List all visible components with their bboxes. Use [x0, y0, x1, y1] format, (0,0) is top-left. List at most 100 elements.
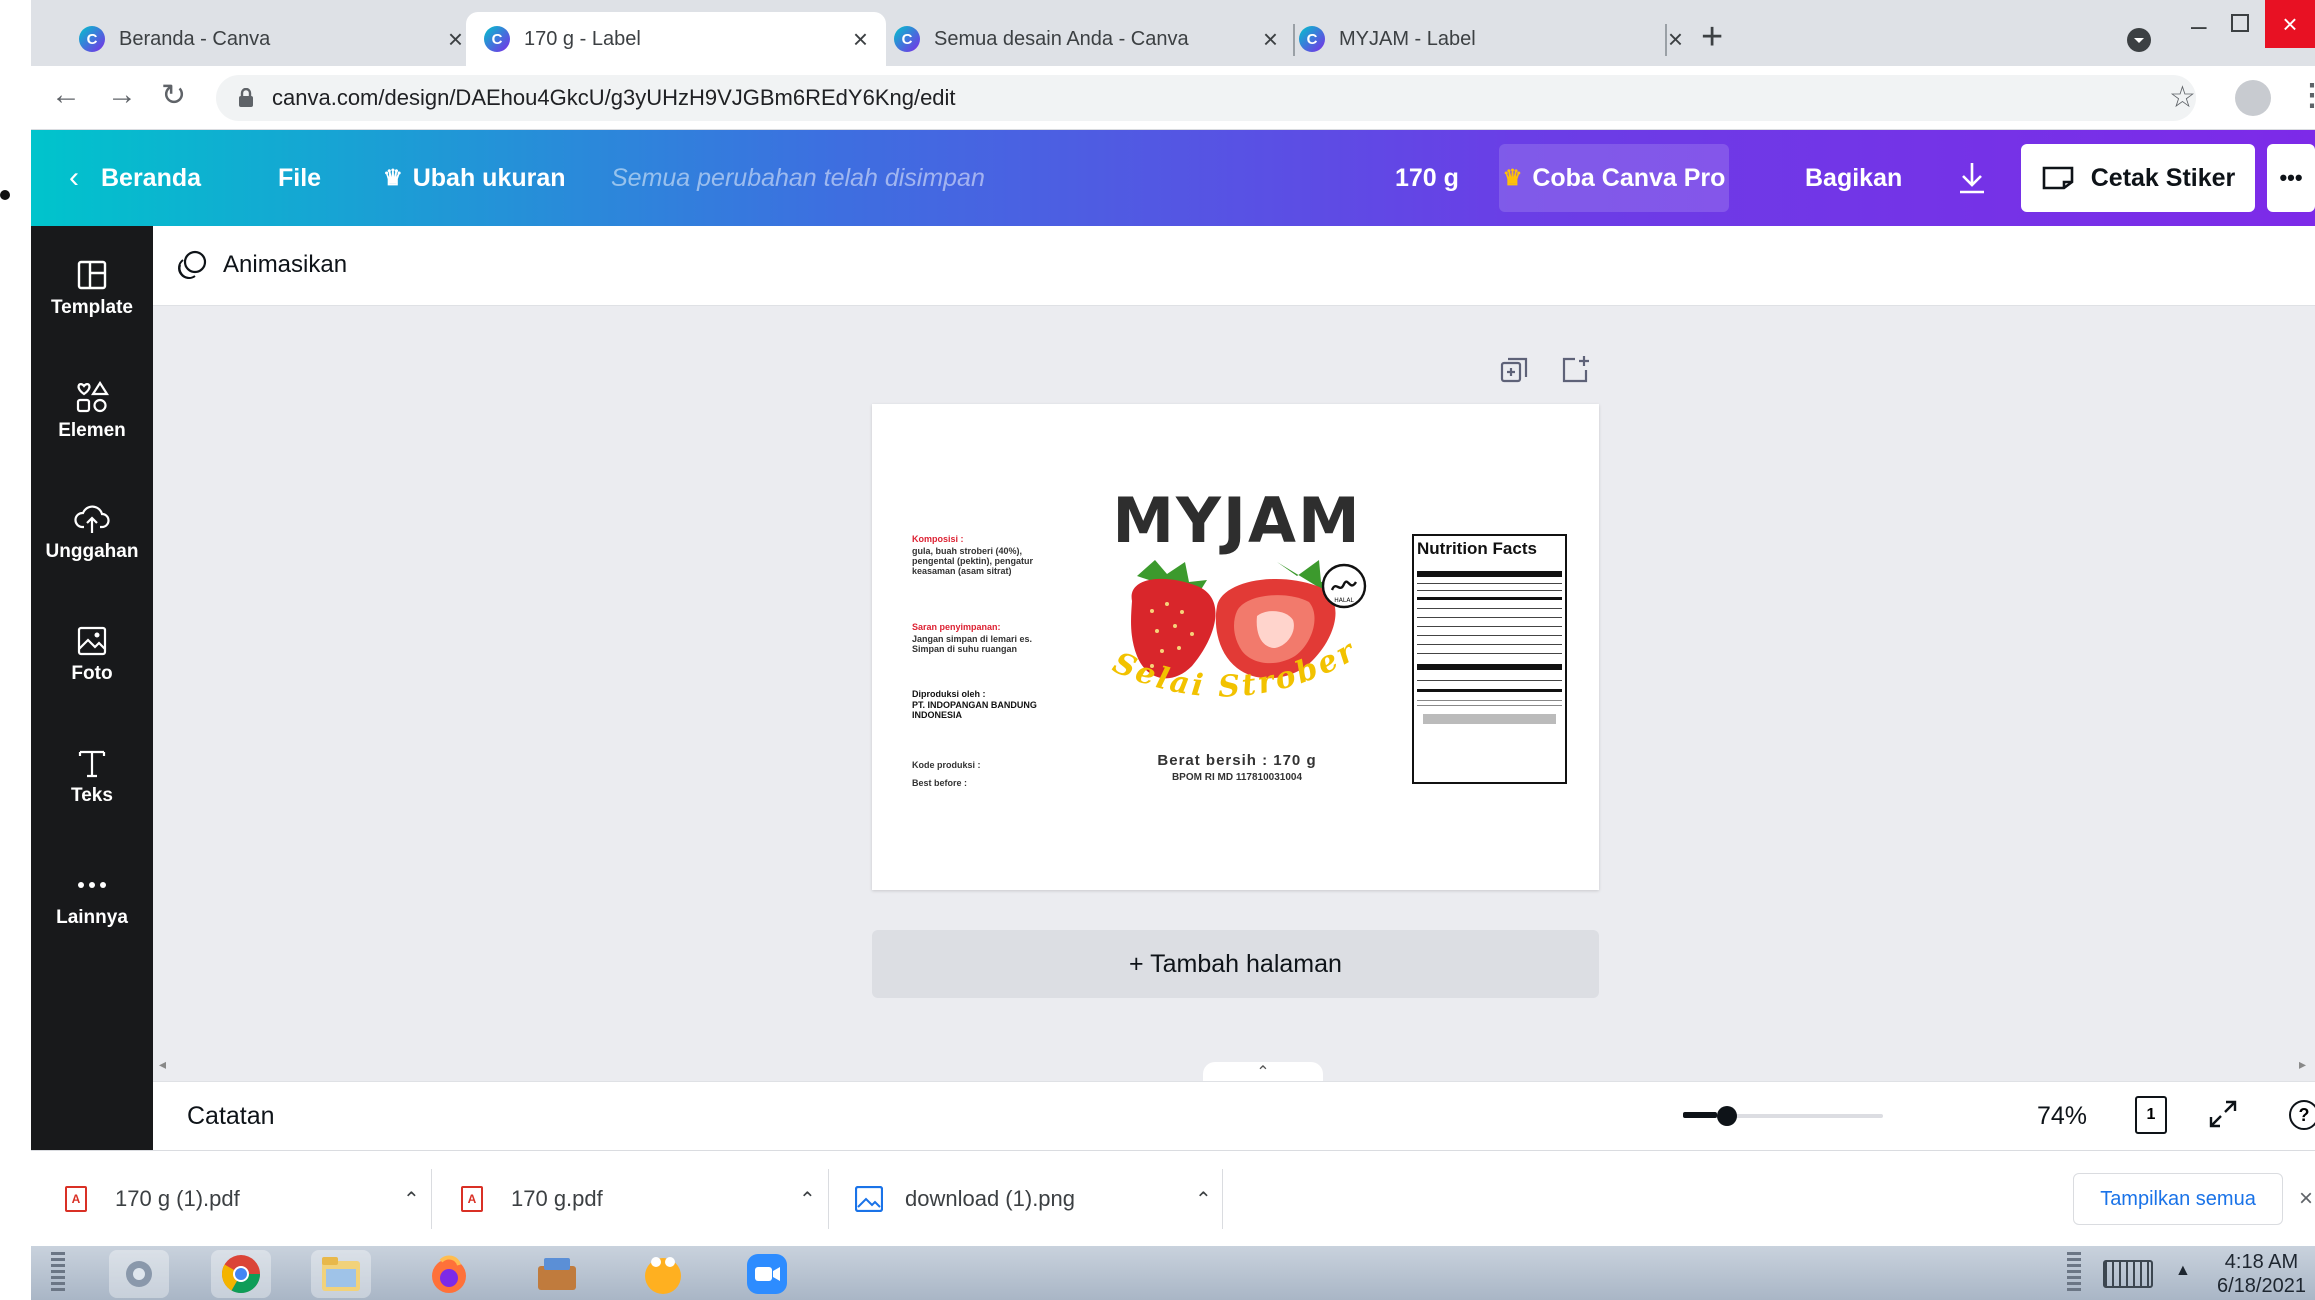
expand-notes-handle[interactable]: ⌃: [1203, 1062, 1323, 1082]
taskbar-zoom-icon[interactable]: [737, 1250, 797, 1298]
window-close-icon[interactable]: ×: [2265, 0, 2315, 48]
download-item-pdf-1[interactable]: A 170 g (1).pdf ⌃: [65, 1151, 445, 1247]
lock-icon: [239, 88, 253, 107]
producer-title: Diproduksi oleh :: [912, 689, 986, 699]
download-separator: [431, 1169, 432, 1229]
tab-title: Semua desain Anda - Canva: [934, 27, 1189, 50]
download-button[interactable]: [1957, 130, 1987, 226]
upload-cloud-icon: [74, 505, 110, 533]
help-icon[interactable]: ?: [2289, 1100, 2315, 1130]
print-sticker-label: Cetak Stiker: [2090, 163, 2236, 192]
crown-icon: ♛: [1502, 165, 1523, 190]
taskbar-messenger-icon[interactable]: [633, 1250, 693, 1298]
more-options-button[interactable]: •••: [2267, 144, 2315, 212]
tray-expand-icon[interactable]: ▲: [2175, 1262, 2191, 1280]
address-bar-row: ← → ↻ canva.com/design/DAEhou4GkcU/g3yUH…: [31, 66, 2315, 130]
scroll-left-icon[interactable]: ◂: [159, 1056, 166, 1073]
design-canvas-page[interactable]: Komposisi : gula, buah stroberi (40%), p…: [872, 404, 1599, 890]
net-weight: Berat bersih : 170 g: [1157, 752, 1317, 769]
taskbar-grip: [51, 1252, 65, 1294]
chevron-up-icon[interactable]: ⌃: [1195, 1187, 1212, 1212]
duplicate-page-icon[interactable]: [1499, 356, 1529, 391]
taskbar-app-icon[interactable]: [527, 1250, 587, 1298]
file-menu[interactable]: File: [278, 130, 321, 226]
back-arrow-icon[interactable]: ←: [51, 78, 81, 112]
close-icon[interactable]: ×: [1668, 24, 1683, 55]
storage-body: Jangan simpan di lemari es. Simpan di su…: [912, 634, 1033, 654]
resize-button[interactable]: ♛ Ubah ukuran: [383, 130, 566, 226]
taskbar-firefox-icon[interactable]: [419, 1250, 479, 1298]
close-icon[interactable]: ×: [853, 24, 868, 55]
close-icon[interactable]: ×: [1263, 24, 1278, 55]
try-pro-button[interactable]: ♛ Coba Canva Pro: [1499, 144, 1729, 212]
taskbar-settings-icon[interactable]: [109, 1250, 169, 1298]
download-icon: [1960, 163, 1984, 194]
download-item-png[interactable]: download (1).png ⌃: [855, 1151, 1235, 1247]
canva-favicon-icon: C: [79, 26, 105, 52]
close-icon[interactable]: ×: [448, 24, 463, 55]
bpom-number: BPOM RI MD 117810031004: [1171, 772, 1303, 783]
sidebar-item-unggahan[interactable]: Unggahan: [31, 478, 153, 588]
sidebar-item-lainnya[interactable]: Lainnya: [31, 844, 153, 954]
download-item-pdf-2[interactable]: A 170 g.pdf ⌃: [461, 1151, 841, 1247]
sidebar-item-foto[interactable]: Foto: [31, 600, 153, 710]
sidebar-item-template[interactable]: Template: [31, 234, 153, 344]
profile-avatar[interactable]: [2235, 80, 2271, 116]
download-file-name: 170 g (1).pdf: [115, 1186, 240, 1211]
tab-separator: [1665, 24, 1667, 56]
new-tab-icon[interactable]: +: [1701, 16, 1723, 59]
system-clock[interactable]: 4:18 AM 6/18/2021: [2217, 1250, 2306, 1298]
notes-button[interactable]: Catatan: [187, 1102, 275, 1131]
download-separator: [1222, 1169, 1223, 1229]
zoom-level[interactable]: 74%: [2037, 1102, 2087, 1131]
try-pro-label: Coba Canva Pro: [1532, 163, 1726, 192]
reload-icon[interactable]: ↻: [161, 78, 186, 113]
restore-icon[interactable]: [2231, 14, 2249, 32]
script-title-arc: Selai Strober: [1108, 640, 1360, 705]
print-sticker-button[interactable]: Cetak Stiker: [2021, 144, 2255, 212]
share-button[interactable]: Bagikan: [1805, 130, 1902, 226]
chevron-up-icon[interactable]: ⌃: [403, 1187, 420, 1212]
tab-title: MYJAM - Label: [1339, 27, 1476, 50]
design-title[interactable]: 170 g: [1395, 130, 1459, 226]
forward-arrow-icon[interactable]: →: [107, 78, 137, 112]
tab-semua-desain[interactable]: C Semua desain Anda - Canva ×: [876, 12, 1296, 66]
tab-title: 170 g - Label: [524, 27, 641, 50]
browser-menu-icon[interactable]: ⋮: [2297, 78, 2315, 113]
minimize-icon[interactable]: –: [2191, 10, 2207, 42]
screen: C Beranda - Canva × C 170 g - Label × C …: [0, 0, 2315, 1300]
home-link[interactable]: ‹ Beranda: [69, 130, 201, 226]
crown-icon: ♛: [383, 165, 403, 190]
profile-dropdown-icon[interactable]: [2127, 28, 2151, 52]
sidebar-item-teks[interactable]: Teks: [31, 722, 153, 832]
nutrition-title: Nutrition Facts: [1417, 539, 1537, 558]
zoom-slider-thumb[interactable]: [1717, 1106, 1737, 1126]
page-count-button[interactable]: 1: [2135, 1096, 2167, 1134]
star-icon[interactable]: ☆: [2169, 80, 2196, 115]
sidebar-item-elemen[interactable]: Elemen: [31, 356, 153, 466]
add-page-icon[interactable]: [1561, 354, 1591, 389]
keyboard-icon[interactable]: [2103, 1260, 2153, 1288]
tab-myjam-label[interactable]: C MYJAM - Label ×: [1281, 12, 1701, 66]
show-all-downloads-button[interactable]: Tampilkan semua: [2073, 1173, 2283, 1225]
animate-button[interactable]: Animasikan: [175, 248, 347, 282]
sidebar-item-label: Template: [50, 297, 133, 318]
chevron-up-icon[interactable]: ⌃: [799, 1187, 816, 1212]
zoom-slider-track[interactable]: [1683, 1106, 1883, 1126]
add-page-button[interactable]: + Tambah halaman: [872, 930, 1599, 998]
tab-title: Beranda - Canva: [119, 27, 271, 50]
tab-beranda[interactable]: C Beranda - Canva ×: [61, 12, 481, 66]
scroll-right-icon[interactable]: ▸: [2299, 1056, 2306, 1073]
taskbar-chrome-icon[interactable]: [211, 1250, 271, 1298]
close-downloads-icon[interactable]: ×: [2299, 1185, 2313, 1213]
tab-170g-label[interactable]: C 170 g - Label ×: [466, 12, 886, 66]
zoom-slider-fill: [1683, 1112, 1717, 1118]
fullscreen-icon[interactable]: [2207, 1098, 2239, 1135]
elements-icon: [76, 380, 109, 413]
url-omnibox[interactable]: canva.com/design/DAEhou4GkcU/g3yUHzH9VJG…: [216, 75, 2196, 121]
pdf-file-icon: A: [65, 1186, 87, 1212]
clock-date: 6/18/2021: [2217, 1275, 2306, 1297]
os-taskbar: ▲ 4:18 AM 6/18/2021: [31, 1246, 2315, 1300]
sticker-icon: [2042, 166, 2074, 190]
taskbar-file-manager-icon[interactable]: [311, 1250, 371, 1298]
